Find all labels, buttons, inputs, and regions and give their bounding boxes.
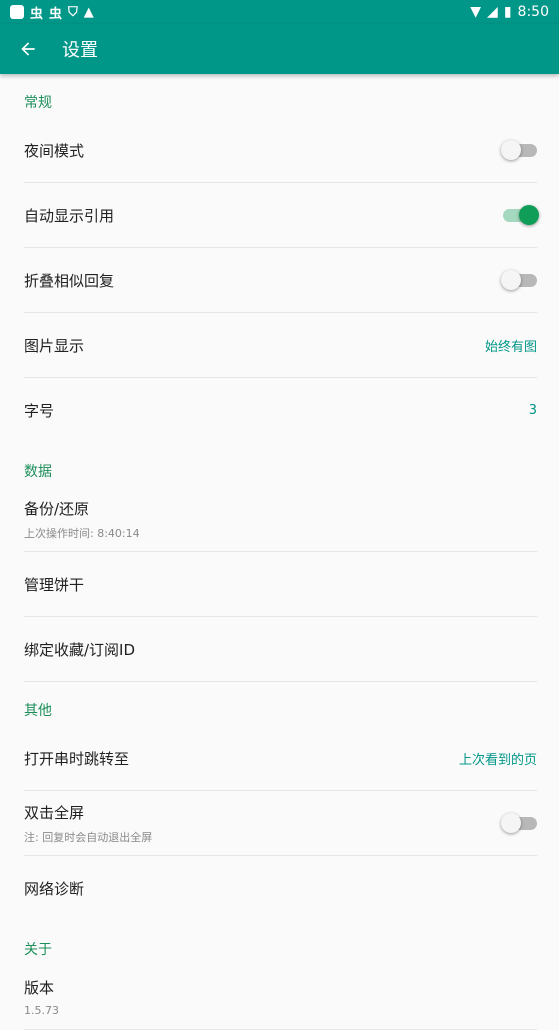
back-button[interactable] [16, 37, 40, 61]
a-icon: ▲ [83, 4, 94, 20]
double-tap-switch[interactable] [501, 813, 537, 833]
section-about-header: 关于 [24, 942, 52, 958]
image-display-label: 图片显示 [24, 336, 85, 355]
cookies-label: 管理饼干 [24, 575, 85, 594]
version-value: 1.5.73 [24, 1004, 59, 1017]
status-right: ▼ ◢ ▮ 8:50 [470, 4, 549, 20]
signal-icon: ◢ [487, 4, 498, 20]
bug-icon-2: 虫 [49, 6, 63, 22]
shield-icon: ⛉ [68, 4, 78, 20]
open-thread-label: 打开串时跳转至 [24, 749, 130, 768]
bind-id-row[interactable]: 绑定收藏/订阅ID [24, 617, 537, 682]
network-row[interactable]: 网络诊断 [24, 856, 537, 921]
status-bar: 虫 虫 ⛉ ▲ ▼ ◢ ▮ 8:50 [0, 0, 559, 24]
section-data-header: 数据 [24, 464, 52, 480]
wifi-icon: ▼ [470, 4, 482, 20]
double-tap-label: 双击全屏 [24, 803, 85, 822]
bind-id-label: 绑定收藏/订阅ID [24, 640, 136, 659]
auto-show-quote-label: 自动显示引用 [24, 206, 115, 225]
network-label: 网络诊断 [24, 880, 85, 898]
battery-icon: ▮ [503, 4, 512, 20]
toolbar: 设置 [0, 24, 559, 74]
open-thread-value: 上次看到的页 [458, 752, 537, 768]
status-time: 8:50 [517, 4, 549, 20]
notification-icon [10, 5, 24, 19]
arrow-back-icon [21, 42, 35, 56]
backup-subtitle: 上次操作时间: 8:40:14 [24, 526, 140, 540]
settings-list: 常规 夜间模式 自动显示引用 折叠相似回复 图片显示 始终有图 字号 3 数据 … [0, 74, 559, 1030]
font-size-value: 3 [528, 403, 537, 418]
night-mode-row[interactable]: 夜间模式 [24, 118, 537, 183]
double-tap-subtitle: 注: 回复时会自动退出全屏 [24, 830, 153, 844]
font-size-label: 字号 [24, 402, 55, 420]
fold-similar-label: 折叠相似回复 [24, 271, 115, 290]
status-left: 虫 虫 ⛉ ▲ [10, 3, 94, 22]
section-general-header: 常规 [24, 95, 52, 111]
night-mode-label: 夜间模式 [24, 141, 85, 160]
fold-similar-switch[interactable] [501, 270, 537, 290]
image-display-value: 始终有图 [484, 339, 537, 355]
night-mode-switch[interactable] [501, 140, 537, 160]
bug-icon: 虫 [30, 6, 44, 22]
version-row[interactable]: 版本 1.5.73 [24, 965, 537, 1030]
cookies-row[interactable]: 管理饼干 [24, 552, 537, 617]
double-tap-text: 双击全屏 注: 回复时会自动退出全屏 [24, 802, 152, 845]
auto-show-quote-switch[interactable] [501, 205, 539, 225]
font-size-row[interactable]: 字号 3 [24, 378, 537, 443]
fold-similar-row[interactable]: 折叠相似回复 [24, 248, 537, 313]
backup-row[interactable]: 备份/还原 上次操作时间: 8:40:14 [24, 487, 537, 552]
auto-show-quote-row[interactable]: 自动显示引用 [24, 183, 539, 248]
page-title: 设置 [62, 40, 98, 61]
backup-label: 备份/还原 [24, 499, 90, 518]
section-other-header: 其他 [24, 703, 52, 719]
version-text: 版本 1.5.73 [24, 977, 59, 1017]
image-display-row[interactable]: 图片显示 始终有图 [24, 313, 537, 378]
backup-text: 备份/还原 上次操作时间: 8:40:14 [24, 498, 140, 541]
open-thread-row[interactable]: 打开串时跳转至 上次看到的页 [24, 726, 537, 791]
double-tap-row[interactable]: 双击全屏 注: 回复时会自动退出全屏 [24, 791, 537, 856]
